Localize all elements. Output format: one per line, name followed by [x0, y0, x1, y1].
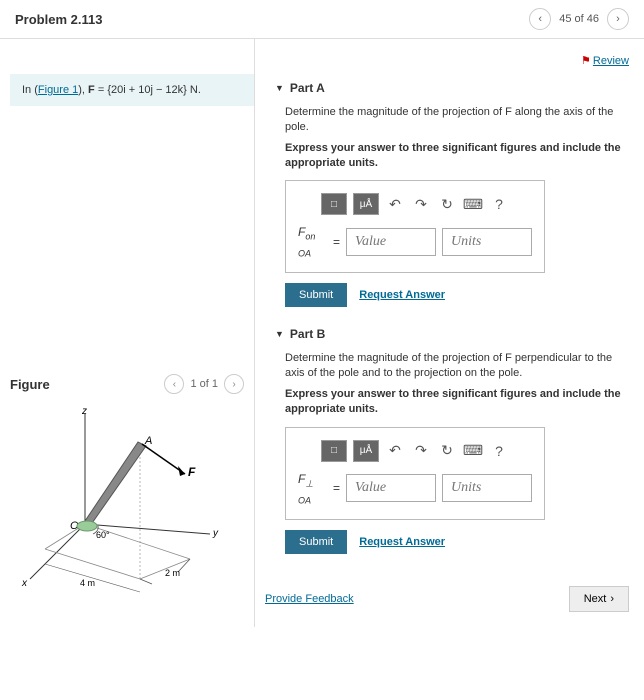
angle-label: 60° — [96, 530, 110, 540]
review-link[interactable]: Review — [593, 55, 629, 67]
part-a-value-input[interactable] — [346, 228, 436, 256]
figure-nav: ‹ 1 of 1 › — [164, 374, 244, 394]
part-b-request-answer[interactable]: Request Answer — [359, 536, 445, 548]
intro-rhs: {20i + 10j − 12k} — [107, 84, 187, 96]
prev-problem-button[interactable]: ‹ — [529, 8, 551, 30]
units-button[interactable]: μÅ — [353, 440, 379, 462]
part-b-description: Determine the magnitude of the projectio… — [285, 351, 629, 381]
keyboard-icon[interactable]: ⌨ — [463, 441, 483, 461]
part-b-var: F⊥ OA — [298, 472, 327, 506]
part-a-toolbar: □ μÅ ↶ ↷ ↻ ⌨ ? — [298, 193, 532, 215]
part-b-body: Determine the magnitude of the projectio… — [265, 351, 629, 572]
part-a-description: Determine the magnitude of the projectio… — [285, 105, 629, 135]
part-b-toolbar: □ μÅ ↶ ↷ ↻ ⌨ ? — [298, 440, 532, 462]
part-b-header[interactable]: ▼ Part B — [265, 325, 629, 351]
eq-sign: = — [333, 481, 340, 495]
axis-y: y — [212, 528, 219, 539]
part-b-answer-panel: □ μÅ ↶ ↷ ↻ ⌨ ? F⊥ OA = — [285, 427, 545, 521]
keyboard-icon[interactable]: ⌨ — [463, 194, 483, 214]
part-b-units-input[interactable] — [442, 474, 532, 502]
problem-nav: ‹ 45 of 46 › — [529, 8, 629, 30]
part-a-title: Part A — [290, 81, 325, 95]
eq-sign: = — [333, 235, 340, 249]
intro-prefix: In ( — [22, 84, 38, 96]
part-a-equation: Fon OA = — [298, 225, 532, 258]
part-a-answer-panel: □ μÅ ↶ ↷ ↻ ⌨ ? Fon OA = — [285, 180, 545, 273]
part-b-value-input[interactable] — [346, 474, 436, 502]
figure-header: Figure ‹ 1 of 1 › — [0, 366, 254, 394]
dim-2m: 2 m — [165, 568, 180, 578]
right-column: ⚑Review ▼ Part A Determine the magnitude… — [255, 39, 644, 627]
intro-unit: N. — [187, 84, 201, 96]
intro-F: F — [88, 84, 95, 96]
figure-diagram: z y x A O F 60° 2 — [0, 394, 254, 607]
undo-icon[interactable]: ↶ — [385, 194, 405, 214]
part-a-body: Determine the magnitude of the projectio… — [265, 105, 629, 325]
problem-intro: In (Figure 1), F = {20i + 10j − 12k} N. — [10, 74, 254, 106]
part-a-header[interactable]: ▼ Part A — [265, 79, 629, 105]
templates-button[interactable]: □ — [321, 440, 347, 462]
review-bar: ⚑Review — [265, 49, 629, 79]
part-a-units-input[interactable] — [442, 228, 532, 256]
header: Problem 2.113 ‹ 45 of 46 › — [0, 0, 644, 39]
next-problem-button[interactable]: › — [607, 8, 629, 30]
part-a-instruction: Express your answer to three significant… — [285, 141, 629, 171]
collapse-icon: ▼ — [275, 329, 284, 339]
redo-icon[interactable]: ↷ — [411, 194, 431, 214]
intro-suffix: ), — [78, 84, 88, 96]
left-column: In (Figure 1), F = {20i + 10j − 12k} N. … — [0, 39, 255, 627]
point-A: A — [144, 435, 152, 447]
part-b-equation: F⊥ OA = — [298, 472, 532, 506]
part-b-instruction: Express your answer to three significant… — [285, 387, 629, 417]
problem-title: Problem 2.113 — [15, 12, 102, 27]
units-button[interactable]: μÅ — [353, 193, 379, 215]
problem-position: 45 of 46 — [559, 13, 599, 25]
reset-icon[interactable]: ↻ — [437, 441, 457, 461]
redo-icon[interactable]: ↷ — [411, 441, 431, 461]
collapse-icon: ▼ — [275, 83, 284, 93]
help-icon[interactable]: ? — [489, 194, 509, 214]
next-button[interactable]: Next› — [569, 586, 629, 612]
figure-prev-button[interactable]: ‹ — [164, 374, 184, 394]
flag-icon: ⚑ — [581, 55, 591, 67]
figure-position: 1 of 1 — [190, 378, 218, 390]
undo-icon[interactable]: ↶ — [385, 441, 405, 461]
dim-4m: 4 m — [80, 578, 95, 588]
reset-icon[interactable]: ↻ — [437, 194, 457, 214]
axis-z: z — [81, 406, 87, 417]
figure-title: Figure — [10, 377, 50, 392]
part-a-request-answer[interactable]: Request Answer — [359, 289, 445, 301]
vector-F: F — [188, 465, 196, 479]
part-b-submit-button[interactable]: Submit — [285, 530, 347, 554]
part-a-var: Fon OA — [298, 225, 327, 258]
axis-x: x — [21, 578, 28, 589]
templates-button[interactable]: □ — [321, 193, 347, 215]
help-icon[interactable]: ? — [489, 441, 509, 461]
part-b-title: Part B — [290, 327, 325, 341]
figure-link[interactable]: Figure 1 — [38, 84, 78, 96]
chevron-right-icon: › — [610, 593, 614, 605]
part-a-submit-button[interactable]: Submit — [285, 283, 347, 307]
intro-eq: = — [95, 84, 108, 96]
figure-next-button[interactable]: › — [224, 374, 244, 394]
provide-feedback-link[interactable]: Provide Feedback — [265, 593, 354, 605]
